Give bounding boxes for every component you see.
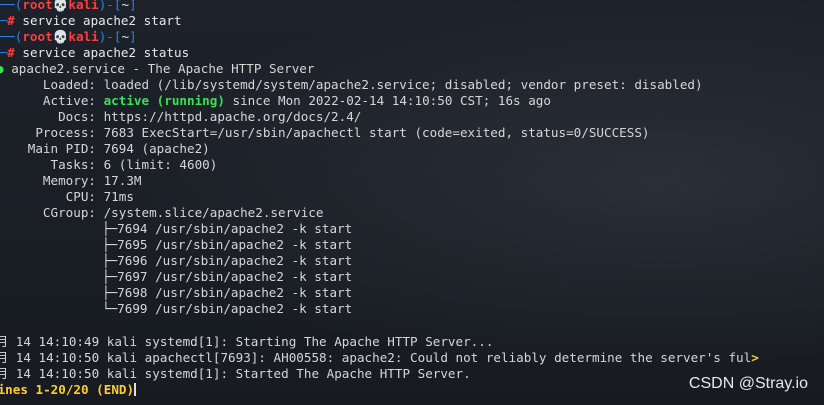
tasks-row: Tasks: 6 (limit: 4600) [50,157,218,172]
truncation-marker: > [751,350,759,365]
prompt-line: ┌──(root💀kali)-[~] [0,0,137,13]
log-line: 2月 14 14:10:50 kali systemd[1]: Started … [0,366,471,381]
log-line: 2月 14 14:10:50 kali apachectl[7693]: AH0… [0,350,759,365]
active-state: active (running) [103,93,225,108]
command-line: └─# service apache2 status [0,45,190,60]
active-row: Active: active (running) since Mon 2022-… [42,93,551,108]
process-row: Process: 7683 ExecStart=/usr/sbin/apache… [35,125,650,140]
prompt-line: ┌──(root💀kali)-[~] [0,29,137,44]
process-tree-item: └─7699 /usr/sbin/apache2 -k start [102,301,353,316]
cgroup-row: CGroup: /system.slice/apache2.service [42,205,324,220]
terminal-output[interactable]: ┌──(root💀kali)-[~] └─# service apache2 s… [0,0,824,405]
pager-status[interactable]: lines 1-20/20 (END) [0,382,137,398]
status-dot-icon: ● [0,61,4,76]
mainpid-row: Main PID: 7694 (apache2) [27,141,210,156]
process-tree-item: ├─7698 /usr/sbin/apache2 -k start [102,285,353,300]
skull-icon: 💀 [52,0,69,12]
service-header: ● apache2.service - The Apache HTTP Serv… [0,61,314,77]
skull-icon: 💀 [52,29,69,44]
command-text: service apache2 start [22,13,182,28]
docs-link[interactable]: https://httpd.apache.org/docs/2.4/ [104,109,362,124]
process-tree-item: ├─7695 /usr/sbin/apache2 -k start [102,237,353,252]
docs-row: Docs: https://httpd.apache.org/docs/2.4/ [58,109,362,124]
loaded-row: Loaded: loaded (/lib/systemd/system/apac… [42,77,703,92]
cpu-row: CPU: 71ms [65,189,134,204]
text-cursor [134,383,137,396]
memory-row: Memory: 17.3M [42,173,142,188]
process-tree-item: ├─7697 /usr/sbin/apache2 -k start [102,269,353,284]
watermark: CSDN @Stray.io [688,375,808,392]
log-line: 2月 14 14:10:49 kali systemd[1]: Starting… [0,334,494,349]
process-tree-item: ├─7694 /usr/sbin/apache2 -k start [102,221,353,236]
process-tree-item: ├─7696 /usr/sbin/apache2 -k start [102,253,353,268]
command-text: service apache2 status [22,45,190,60]
command-line: └─# service apache2 start [0,13,182,28]
